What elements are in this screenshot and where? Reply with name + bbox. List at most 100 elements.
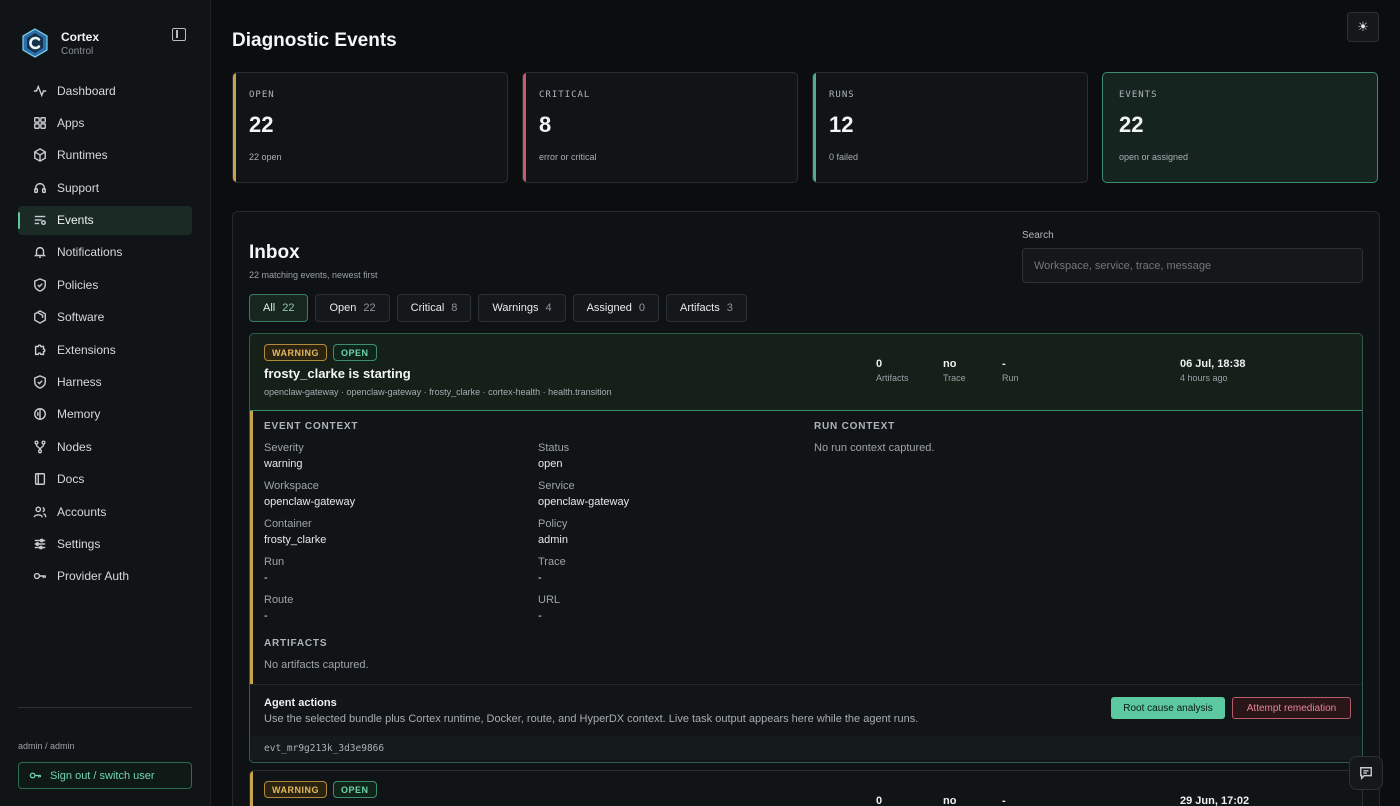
sun-icon: ☀ — [1357, 19, 1369, 34]
agent-actions-title: Agent actions — [264, 697, 337, 709]
theme-toggle-button[interactable]: ☀ — [1347, 12, 1379, 42]
metric-trace: no — [943, 795, 957, 806]
agent-actions-description: Use the selected bundle plus Cortex runt… — [264, 713, 919, 725]
root-cause-analysis-button[interactable]: Root cause analysis — [1111, 697, 1225, 719]
filter-assigned[interactable]: Assigned 0 — [572, 294, 659, 322]
stat-sub: 22 open — [249, 152, 282, 162]
signout-button[interactable]: Sign out / switch user — [18, 762, 192, 789]
stat-value: 12 — [829, 112, 854, 137]
event-context-label: EVENT CONTEXT — [264, 421, 359, 432]
sidebar-item-dashboard[interactable]: Dashboard — [18, 76, 192, 105]
sidebar-item-software[interactable]: Software — [18, 303, 192, 332]
attempt-remediation-button[interactable]: Attempt remediation — [1232, 697, 1351, 719]
sidebar-item-apps[interactable]: Apps — [18, 108, 192, 137]
filter-count: 22 — [363, 302, 376, 314]
filter-count: 3 — [726, 302, 733, 314]
field-service: Service openclaw-gateway — [538, 480, 630, 508]
filter-artifacts[interactable]: Artifacts 3 — [665, 294, 747, 322]
key-icon — [29, 772, 42, 779]
sidebar-item-settings[interactable]: Settings — [18, 529, 192, 558]
sidebar-item-runtimes[interactable]: Runtimes — [18, 141, 192, 170]
sidebar-divider — [18, 707, 192, 708]
filter-warnings[interactable]: Warnings 4 — [478, 294, 566, 322]
inbox-title: Inbox — [249, 242, 300, 263]
sidebar-collapse-icon[interactable] — [172, 28, 186, 41]
field-policy: Policy admin — [538, 518, 568, 546]
shield-icon — [33, 375, 47, 389]
stat-label: RUNS — [829, 90, 855, 100]
page-title: Diagnostic Events — [232, 30, 397, 51]
stat-sub: 0 failed — [829, 152, 859, 162]
sidebar-item-nodes[interactable]: Nodes — [18, 432, 192, 461]
bell-icon — [33, 245, 47, 259]
field-status: Status open — [538, 442, 570, 470]
filter-count: 8 — [451, 302, 458, 314]
stat-label: CRITICAL — [539, 90, 591, 100]
sidebar-item-harness[interactable]: Harness — [18, 368, 192, 397]
field-run: Run - — [264, 556, 285, 584]
search-label: Search — [1022, 230, 1054, 241]
stat-card-critical[interactable]: CRITICAL 8 error or critical — [522, 72, 798, 183]
event-card-expanded: WARNING OPEN frosty_clarke is starting o… — [249, 333, 1363, 763]
stat-card-open[interactable]: OPEN 22 22 open — [232, 72, 508, 183]
sidebar-item-notifications[interactable]: Notifications — [18, 238, 192, 267]
activity-icon — [33, 84, 47, 98]
headset-icon — [33, 181, 47, 195]
sliders-icon — [33, 537, 47, 551]
event-title: frosty_clarke is starting — [264, 366, 411, 381]
sidebar-item-policies[interactable]: Policies — [18, 270, 192, 299]
brand-subtitle: Control — [61, 45, 94, 57]
field-severity: Severity warning — [264, 442, 304, 470]
stat-label: OPEN — [249, 90, 275, 100]
field-container: Container frosty_clarke — [264, 518, 327, 546]
event-id: evt_mr9g213k_3d3e9866 — [250, 736, 1362, 760]
event-context: EVENT CONTEXT RUN CONTEXT No run context… — [250, 411, 1362, 685]
search-input[interactable] — [1022, 248, 1363, 283]
event-card[interactable]: WARNING OPEN 0 no - 29 Jun, 17:02 — [249, 770, 1363, 806]
artifacts-label: ARTIFACTS — [264, 638, 328, 649]
filter-all[interactable]: All 22 — [249, 294, 309, 322]
filter-tabs: All 22 Open 22 Critical 8 Warnings 4 Assigne… — [249, 294, 747, 322]
book-icon — [33, 472, 47, 486]
sidebar-item-provider-auth[interactable]: Provider Auth — [18, 562, 192, 591]
filter-count: 0 — [638, 302, 645, 314]
sidebar-item-extensions[interactable]: Extensions — [18, 335, 192, 364]
sidebar-item-docs[interactable]: Docs — [18, 465, 192, 494]
brain-icon — [33, 407, 47, 421]
list-filter-icon — [33, 213, 47, 227]
sidebar-item-accounts[interactable]: Accounts — [18, 497, 192, 526]
stat-label: EVENTS — [1119, 90, 1158, 100]
status-badge: OPEN — [333, 781, 377, 798]
event-timestamp: 06 Jul, 18:38 4 hours ago — [1180, 358, 1246, 383]
agent-actions: Agent actions Use the selected bundle pl… — [250, 684, 1362, 762]
package-icon — [33, 310, 47, 325]
current-user-label: admin / admin — [18, 741, 75, 751]
metric-run: - Run — [1002, 358, 1019, 383]
chat-button[interactable] — [1349, 756, 1383, 790]
message-square-icon — [1360, 767, 1372, 780]
stat-card-runs[interactable]: RUNS 12 0 failed — [812, 72, 1088, 183]
field-route: Route - — [264, 594, 294, 622]
filter-open[interactable]: Open 22 — [315, 294, 390, 322]
run-context-empty: No run context captured. — [814, 442, 935, 454]
sidebar: Cortex Control Dashboard Apps Runtimes S… — [0, 0, 211, 806]
severity-badge: WARNING — [264, 344, 327, 361]
metric-artifacts: 0 — [876, 795, 883, 806]
event-header[interactable]: WARNING OPEN frosty_clarke is starting o… — [250, 334, 1362, 411]
severity-badge: WARNING — [264, 781, 327, 798]
inbox-panel: Inbox 22 matching events, newest first S… — [232, 211, 1380, 806]
grid-icon — [33, 116, 47, 130]
sidebar-item-memory[interactable]: Memory — [18, 400, 192, 429]
git-fork-icon — [33, 440, 47, 454]
filter-count: 22 — [282, 302, 295, 314]
sidebar-item-support[interactable]: Support — [18, 173, 192, 202]
stat-card-events[interactable]: EVENTS 22 open or assigned — [1102, 72, 1378, 183]
artifacts-empty: No artifacts captured. — [264, 659, 369, 671]
sidebar-item-events[interactable]: Events — [18, 205, 192, 235]
filter-critical[interactable]: Critical 8 — [396, 294, 472, 322]
stats-row: OPEN 22 22 open CRITICAL 8 error or crit… — [232, 72, 1378, 183]
field-workspace: Workspace openclaw-gateway — [264, 480, 356, 508]
users-icon — [33, 505, 47, 519]
puzzle-icon — [33, 343, 47, 357]
main-content: Diagnostic Events ☀ OPEN 22 22 open CRIT… — [211, 0, 1400, 806]
